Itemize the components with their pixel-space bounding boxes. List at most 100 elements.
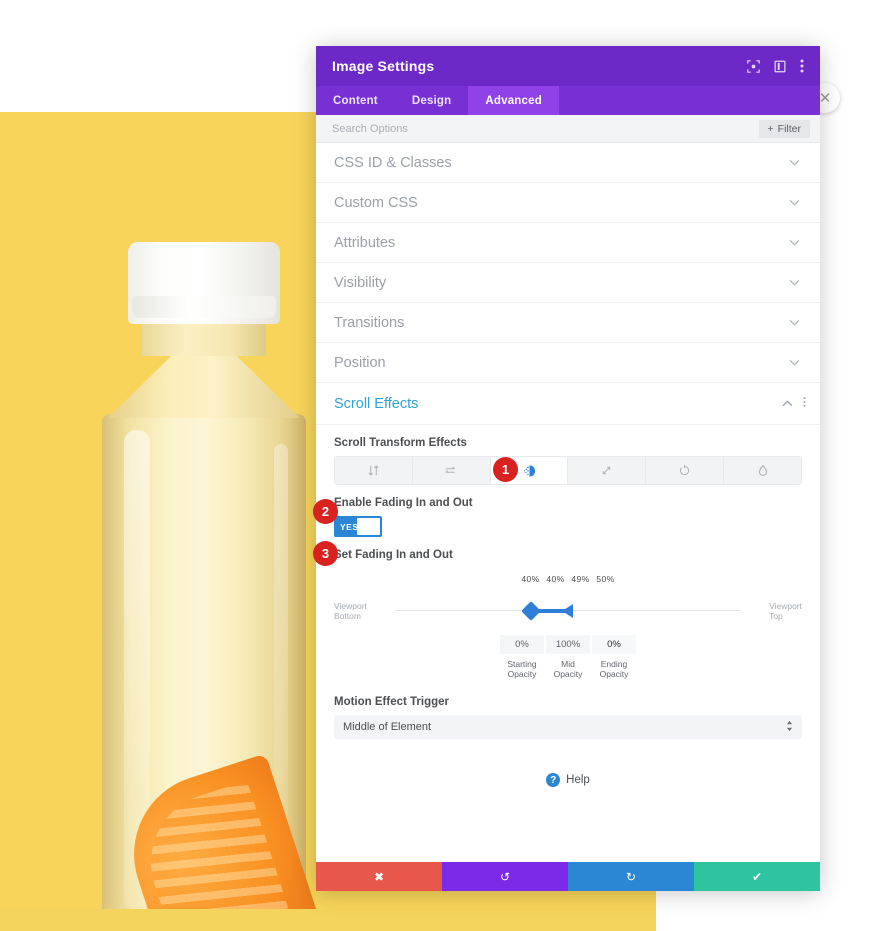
slider-handle-end[interactable] [562,604,573,618]
focus-target-icon[interactable] [747,59,760,73]
slider-tick-labels: 40% 40% 49% 50% [316,574,820,584]
starting-opacity-caption: Starting Opacity [500,659,544,679]
toggle-knob [357,518,380,535]
annotation-badge-2: 2 [313,499,338,524]
motion-trigger-label: Motion Effect Trigger [334,696,449,708]
tick-3: 50% [596,574,615,584]
chevron-down-icon [789,317,800,329]
caption-line2: Opacity [507,669,537,680]
ending-opacity-input[interactable] [592,635,636,654]
bottle-neck [142,322,266,356]
accordion-transitions[interactable]: Transitions [316,303,820,343]
motion-trigger-select[interactable]: Middle of Element [334,715,802,739]
field-enable-fading: Enable Fading In and Out YES [316,485,820,537]
tab-advanced[interactable]: Advanced [468,86,559,115]
more-options-icon[interactable] [803,396,806,411]
mid-opacity-caption: Mid Opacity [546,659,590,679]
starting-opacity-input[interactable] [500,635,544,654]
accordion-attributes[interactable]: Attributes [316,223,820,263]
viewport-bottom-line2: Bottom [334,610,361,621]
panel-header: Image Settings [316,46,820,86]
bottle-cap [128,242,280,324]
caption-line2: Opacity [553,669,583,680]
chevron-down-icon [789,197,800,209]
motion-trigger-value: Middle of Element [343,721,432,733]
ending-opacity-caption: Ending Opacity [592,659,636,679]
horizontal-motion-icon[interactable] [412,457,491,484]
section-header-icons [782,396,806,411]
ending-opacity-group: Ending Opacity [592,634,636,679]
chevron-up-icon[interactable] [782,398,793,410]
page-title: Image Settings [332,58,435,74]
caption-line1: Starting [507,659,537,669]
screenshot-stage: ✕ Image Settings Content Design Advanced… [0,0,880,931]
cancel-button[interactable]: ✖ [316,862,442,891]
slider-track[interactable]: Viewport Bottom Viewport Top [334,601,802,621]
scaling-icon[interactable] [568,457,647,484]
accordion-position[interactable]: Position [316,343,820,383]
set-fading-slider[interactable]: 40% 40% 49% 50% Viewport Bottom Viewport… [316,568,820,679]
help-link[interactable]: ? Help [316,773,820,787]
caption-line1: Mid [561,659,575,669]
accordion-visibility[interactable]: Visibility [316,263,820,303]
blur-icon[interactable] [724,457,801,484]
search-input[interactable] [332,122,759,135]
filter-label: Filter [777,122,801,135]
enable-fading-label: Enable Fading In and Out [334,497,473,509]
caption-line2: Opacity [599,669,629,680]
set-fading-label: Set Fading In and Out [334,549,453,561]
accordion-label: Custom CSS [334,194,418,211]
scroll-transform-label: Scroll Transform Effects [334,437,467,449]
header-icon-group [747,59,804,73]
accordion-custom-css[interactable]: Custom CSS [316,183,820,223]
accordion-label: Position [334,354,386,371]
close-glyph: ✕ [818,89,832,107]
undo-button[interactable]: ↺ [442,862,568,891]
starting-opacity-group: Starting Opacity [500,634,544,679]
tab-content[interactable]: Content [316,86,395,115]
accordion-label: Transitions [334,314,405,331]
accordion-label: Attributes [334,234,396,251]
tab-design[interactable]: Design [395,86,469,115]
panel-footer: ✖ ↺ ↻ ✔ [316,862,820,891]
field-motion-effect-trigger: Motion Effect Trigger Middle of Element [316,678,820,739]
photo-bottom-strip [0,909,656,931]
accordion-label: CSS ID & Classes [334,154,452,171]
opacity-inputs: Starting Opacity Mid Opacity [334,634,802,679]
vertical-motion-icon[interactable] [335,457,413,484]
search-bar: + Filter [316,115,820,143]
enable-fading-toggle[interactable]: YES [334,516,382,537]
slider-handle-start[interactable] [521,601,541,621]
annotation-badge-1: 1 [493,457,518,482]
image-settings-panel: Image Settings Content Design Advanced S… [316,46,820,891]
tick-1: 40% [546,574,565,584]
viewport-top-label: Viewport Top [769,601,802,622]
annotation-badge-3: 3 [313,541,338,566]
chevron-updown-icon [786,720,793,733]
more-options-icon[interactable] [800,59,804,73]
chevron-down-icon [789,237,800,249]
plus-icon: + [767,122,774,135]
save-button[interactable]: ✔ [694,862,820,891]
panel-layout-icon[interactable] [774,60,786,73]
tick-2: 49% [571,574,590,584]
scroll-effects-header[interactable]: Scroll Effects [316,383,820,425]
help-icon: ? [546,773,561,787]
scroll-effect-toolbar [334,456,802,485]
field-scroll-transform-effects: Scroll Transform Effects [316,425,820,485]
redo-button[interactable]: ↻ [568,862,694,891]
chevron-down-icon [789,157,800,169]
chevron-down-icon [789,357,800,369]
mid-opacity-input[interactable] [546,635,590,654]
chevron-down-icon [789,277,800,289]
toggle-value: YES [340,521,359,532]
field-set-fading: Set Fading In and Out [316,537,820,561]
help-label: Help [566,774,590,786]
viewport-bottom-label: Viewport Bottom [334,601,367,622]
rotating-icon[interactable] [646,457,725,484]
section-title: Scroll Effects [334,395,419,412]
section-scroll-effects: Scroll Effects Scroll Transform Effects … [316,383,820,793]
filter-button[interactable]: + Filter [758,119,810,138]
caption-line1: Ending [600,659,628,669]
accordion-css-id-classes[interactable]: CSS ID & Classes [316,143,820,183]
